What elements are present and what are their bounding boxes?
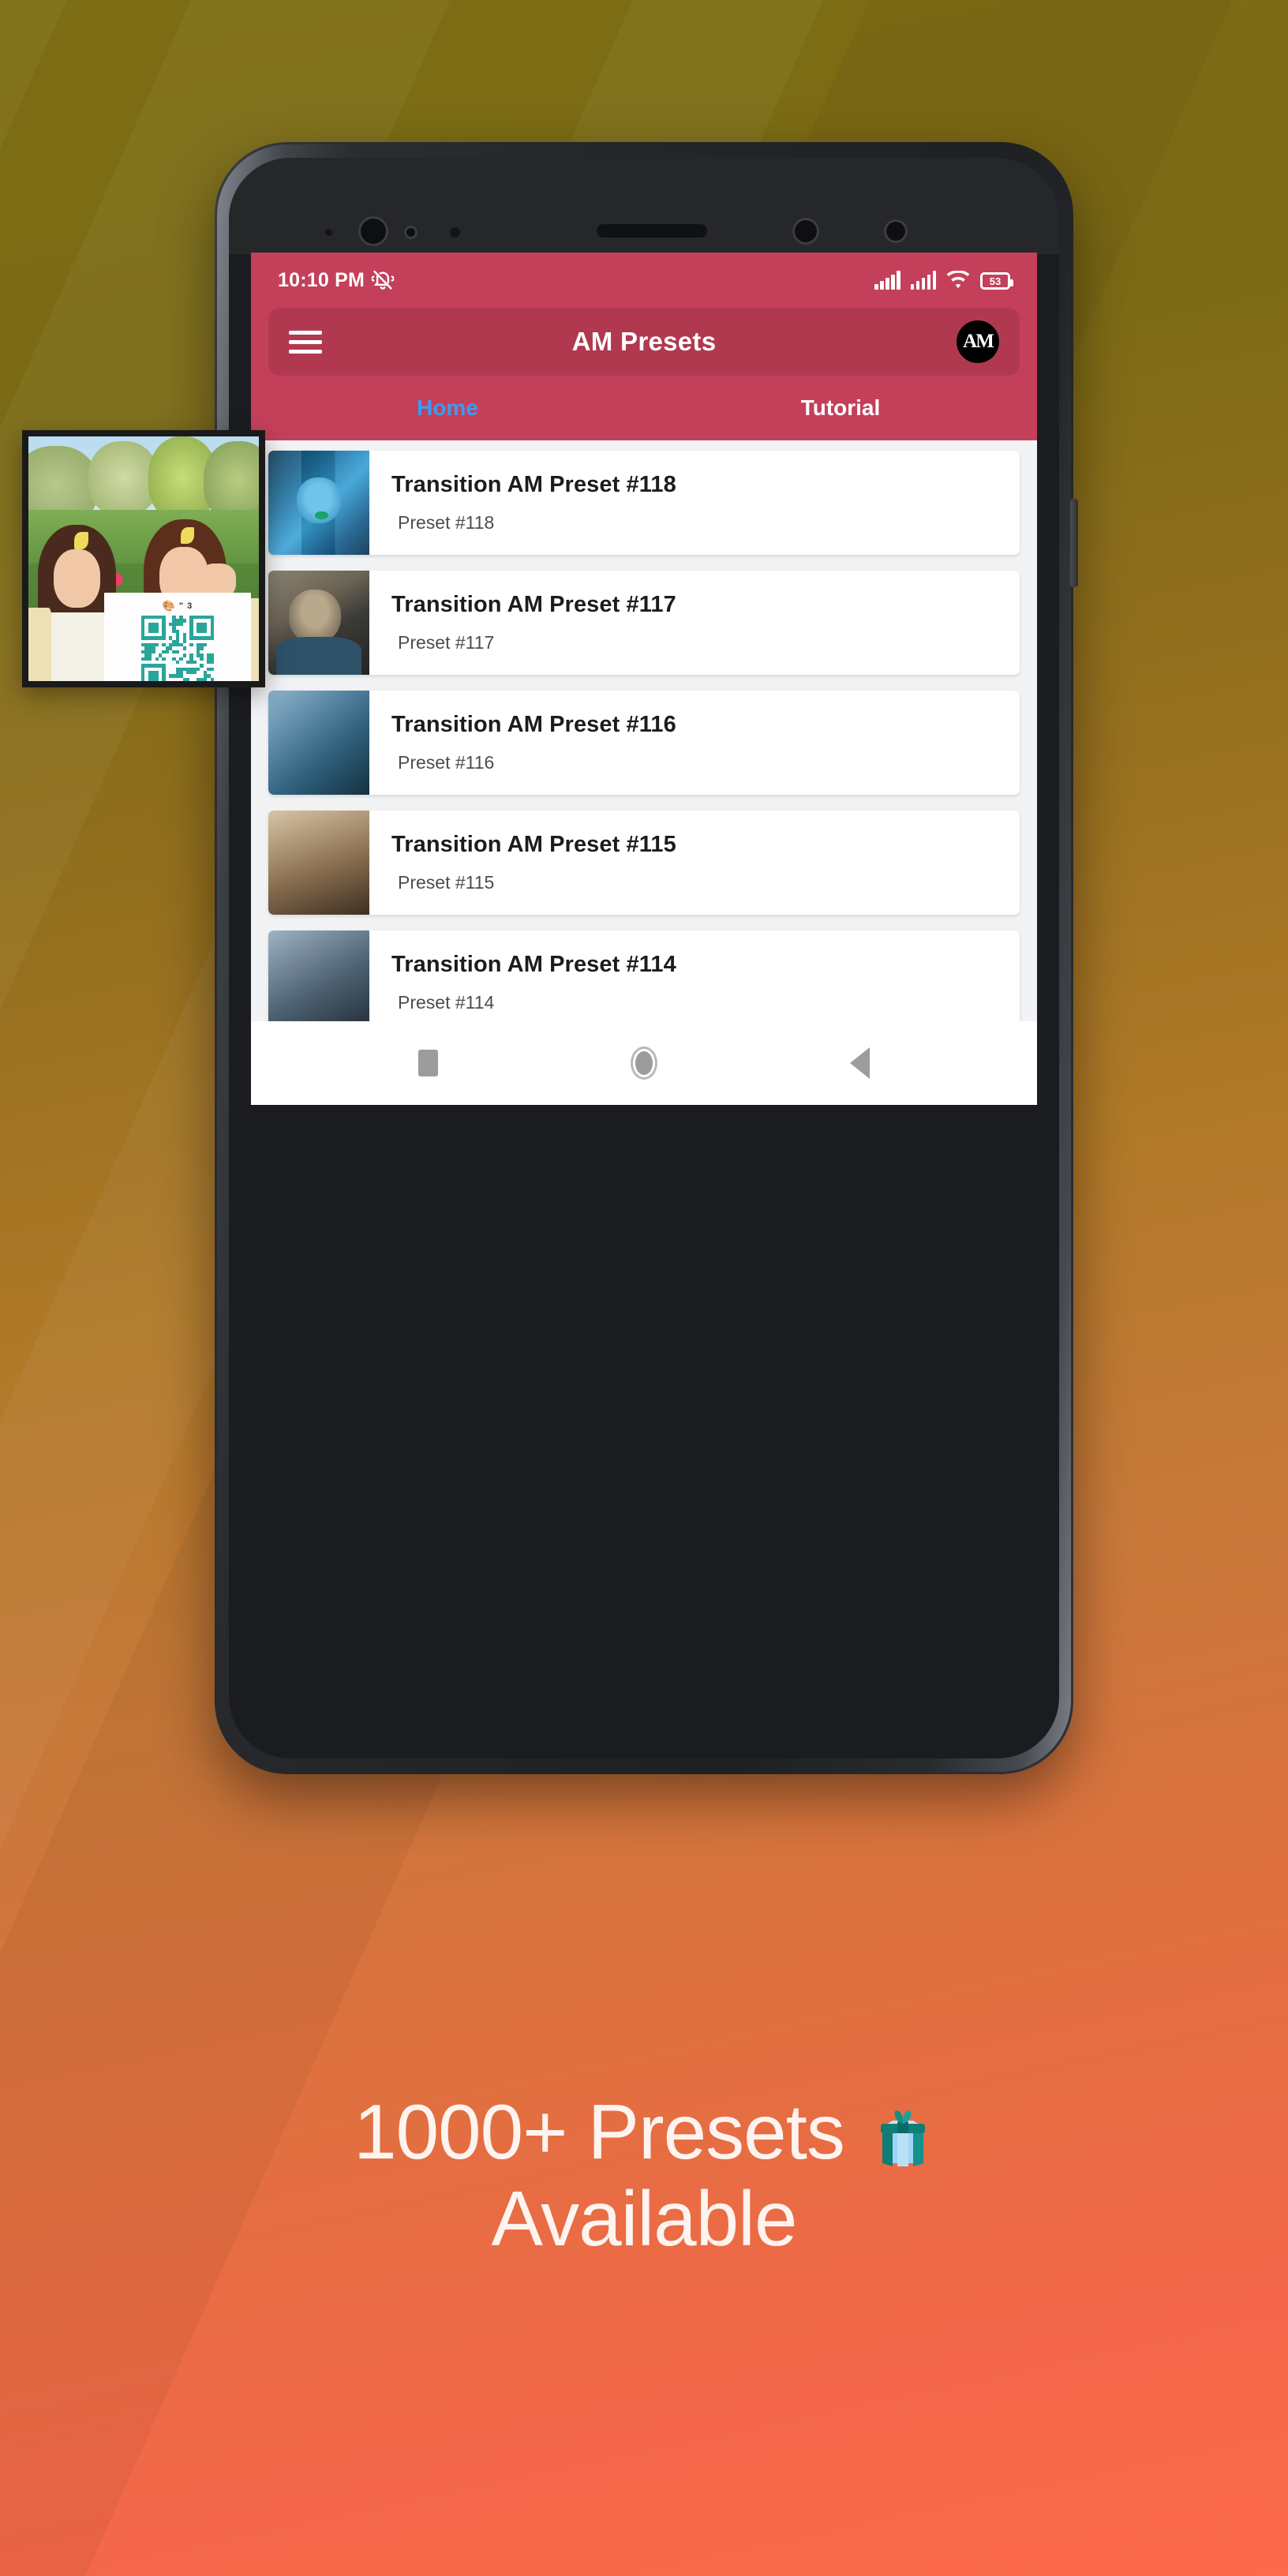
- tab-bar: Home Tutorial: [251, 376, 1037, 440]
- android-nav-bar: [251, 1021, 1037, 1105]
- list-item[interactable]: Transition AM Preset #117 Preset #117: [268, 571, 1020, 675]
- bell-off-icon: [371, 270, 395, 290]
- preset-text: Transition AM Preset #116 Preset #116: [369, 691, 1020, 795]
- preset-thumbnail: [268, 811, 369, 915]
- sensor-icon: [450, 227, 460, 238]
- list-item[interactable]: Transition AM Preset #116 Preset #116: [268, 691, 1020, 795]
- proximity-sensor-icon: [325, 229, 332, 236]
- phone-side-button[interactable]: [1070, 499, 1078, 587]
- headline-line-1: 1000+ Presets: [354, 2088, 845, 2175]
- list-item[interactable]: Transition AM Preset #114 Preset #114: [268, 930, 1020, 1021]
- preset-text: Transition AM Preset #117 Preset #117: [369, 571, 1020, 675]
- signal-bars-icon: [874, 271, 900, 290]
- app-title: AM Presets: [571, 327, 717, 356]
- phone-mockup: 10:10 PM 53 AM Presets AM Home Tutorial …: [215, 142, 1078, 1774]
- phone-top-bezel: [229, 158, 1059, 254]
- tab-tutorial[interactable]: Tutorial: [644, 376, 1037, 440]
- photo-hair-clip: [74, 531, 88, 549]
- qr-card-header: 🎨 " 3: [104, 599, 251, 612]
- front-camera-icon: [884, 219, 908, 243]
- status-bar: 10:10 PM 53: [251, 253, 1037, 308]
- palette-emoji: 🎨: [162, 600, 175, 612]
- phone-screen: 10:10 PM 53 AM Presets AM Home Tutorial …: [251, 253, 1037, 1105]
- preset-subtitle: Preset #118: [398, 512, 495, 533]
- qr-code-card: 🎨 " 3: [104, 593, 251, 681]
- front-camera-icon: [792, 218, 819, 245]
- preset-list[interactable]: Transition AM Preset #118 Preset #118 Tr…: [251, 440, 1037, 1021]
- headline-line-1-row: 1000+ Presets: [0, 2091, 1288, 2174]
- preset-thumbnail: [268, 571, 369, 675]
- status-time: 10:10 PM: [278, 268, 365, 291]
- square-recents-icon[interactable]: [418, 1050, 438, 1076]
- preset-title: Transition AM Preset #116: [391, 712, 676, 737]
- preset-title: Transition AM Preset #118: [391, 472, 676, 497]
- triangle-back-icon[interactable]: [850, 1047, 870, 1079]
- list-item[interactable]: Transition AM Preset #118 Preset #118: [268, 451, 1020, 555]
- preset-text: Transition AM Preset #115 Preset #115: [369, 811, 1020, 915]
- photo-tree: [203, 441, 259, 520]
- tab-home[interactable]: Home: [251, 376, 644, 440]
- battery-icon: 53: [980, 272, 1013, 290]
- app-bar-container: AM Presets AM: [251, 308, 1037, 376]
- signal-bars-icon: [910, 271, 936, 290]
- preset-text: Transition AM Preset #118 Preset #118: [369, 451, 1020, 555]
- preset-thumbnail: [268, 930, 369, 1021]
- preset-subtitle: Preset #114: [398, 992, 495, 1013]
- photo-tree: [88, 441, 158, 515]
- sensor-icon: [404, 226, 417, 239]
- circle-home-icon[interactable]: [631, 1046, 657, 1080]
- list-item[interactable]: Transition AM Preset #115 Preset #115: [268, 811, 1020, 915]
- preset-title: Transition AM Preset #114: [391, 952, 676, 977]
- status-bar-left: 10:10 PM: [278, 268, 395, 292]
- promo-screenshot: 10:10 PM 53 AM Presets AM Home Tutorial …: [0, 0, 1288, 2576]
- earpiece-speaker: [597, 224, 707, 238]
- battery-level: 53: [989, 275, 1002, 287]
- promo-headline: 1000+ Presets Available: [0, 2091, 1288, 2260]
- gift-box-icon: [871, 2099, 934, 2166]
- preset-subtitle: Preset #115: [398, 872, 495, 893]
- preset-thumbnail: [268, 691, 369, 795]
- qr-card-header-text: " 3: [178, 601, 193, 611]
- photo-preview-overlay[interactable]: 🎨 " 3: [22, 430, 265, 687]
- overlay-photo: 🎨 " 3: [28, 436, 259, 681]
- qr-code-image: [141, 616, 214, 681]
- headline-line-2: Available: [491, 2174, 798, 2262]
- preset-thumbnail: [268, 451, 369, 555]
- app-bar: AM Presets AM: [268, 308, 1020, 376]
- front-camera-icon: [358, 216, 388, 246]
- status-bar-right: 53: [874, 271, 1013, 290]
- preset-text: Transition AM Preset #114 Preset #114: [369, 930, 1020, 1021]
- preset-subtitle: Preset #116: [398, 752, 495, 773]
- preset-subtitle: Preset #117: [398, 632, 495, 653]
- hamburger-menu-icon[interactable]: [289, 330, 322, 354]
- preset-title: Transition AM Preset #115: [391, 832, 676, 857]
- preset-title: Transition AM Preset #117: [391, 592, 676, 617]
- am-logo-badge[interactable]: AM: [957, 320, 999, 363]
- wifi-icon: [946, 271, 970, 289]
